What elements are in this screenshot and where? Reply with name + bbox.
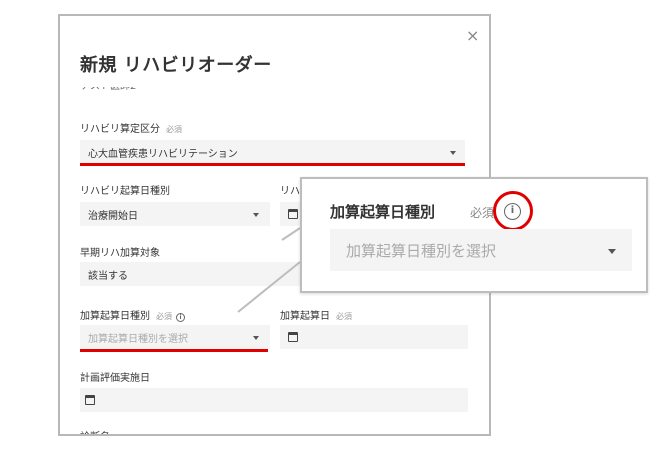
zoom-select[interactable]: 加算起算日種別を選択 (330, 229, 632, 271)
highlight-circle (493, 191, 533, 231)
screenshot-stage: × 新規 リハビリオーダー テスト医師2 リハビリ算定区分必須 心大血管疾患リハ… (0, 0, 661, 449)
zoom-label: 加算起算日種別 (330, 203, 436, 221)
zoom-callout: 加算起算日種別 必須 i 加算起算日種別を選択 (300, 177, 648, 293)
zoom-placeholder: 加算起算日種別を選択 (346, 241, 497, 260)
chevron-down-icon (608, 249, 616, 254)
